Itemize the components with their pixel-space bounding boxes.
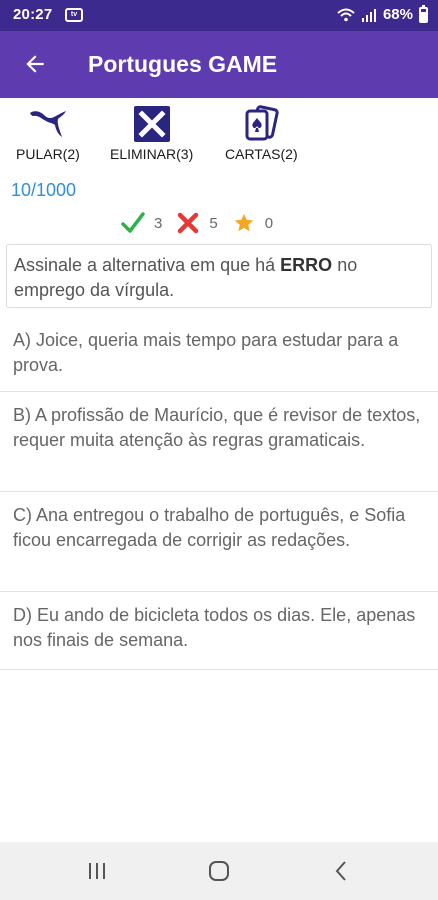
- lifeline-toolbar: PULAR(2) ELIMINAR(3) CARTAS(2): [0, 98, 438, 166]
- status-bar: 20:27 tv 68%: [0, 0, 438, 31]
- app-bar: Portugues GAME: [0, 31, 438, 98]
- battery-icon: [419, 4, 428, 23]
- page-title: Portugues GAME: [88, 51, 278, 77]
- cards-button[interactable]: CARTAS(2): [225, 104, 298, 162]
- playing-cards-icon: [241, 104, 281, 144]
- wifi-icon: [337, 8, 355, 21]
- question-progress: 10/1000: [11, 180, 77, 200]
- battery-fill: [421, 12, 426, 21]
- option-d[interactable]: D) Eu ando de bicicleta todos os dias. E…: [0, 592, 438, 670]
- eliminate-label: ELIMINAR(3): [110, 146, 194, 162]
- wrong-count: 5: [209, 214, 218, 232]
- status-indicators: 68%: [337, 4, 428, 23]
- star-count: 0: [264, 214, 274, 232]
- back-icon[interactable]: [330, 859, 354, 883]
- cards-label: CARTAS(2): [225, 146, 298, 162]
- arrow-left-icon[interactable]: [22, 51, 48, 77]
- score-row: 3 5 0: [120, 210, 286, 236]
- signal-icon: [361, 8, 376, 22]
- option-b[interactable]: B) A profissão de Maurício, que é reviso…: [0, 392, 438, 492]
- status-time: 20:27: [13, 6, 53, 23]
- skip-button[interactable]: PULAR(2): [16, 104, 80, 162]
- cross-icon: [175, 210, 201, 236]
- eliminate-button[interactable]: ELIMINAR(3): [110, 104, 193, 162]
- star-icon: [231, 210, 257, 236]
- battery-percent: 68%: [382, 6, 413, 23]
- option-a[interactable]: A) Joice, queria mais tempo para estudar…: [0, 320, 438, 392]
- tv-notification-icon: tv: [65, 8, 83, 22]
- option-c[interactable]: C) Ana entregou o trabalho de português,…: [0, 492, 438, 592]
- question-text-start: Assinale a alternativa em que há: [14, 255, 281, 275]
- skip-label: PULAR(2): [16, 146, 80, 162]
- correct-count: 3: [154, 214, 163, 232]
- close-box-icon: [132, 104, 172, 144]
- question-emphasis: ERRO: [280, 255, 333, 275]
- system-nav-bar: [0, 842, 438, 900]
- puma-skip-icon: [28, 104, 68, 144]
- question-text: Assinale a alternativa em que há ERRO no…: [6, 244, 432, 308]
- recent-apps-icon[interactable]: [85, 859, 109, 883]
- home-icon[interactable]: [207, 859, 231, 883]
- checkmark-icon: [120, 210, 146, 236]
- question-content: 10/1000 3 5 0 Assinale a alternativa em …: [0, 166, 438, 842]
